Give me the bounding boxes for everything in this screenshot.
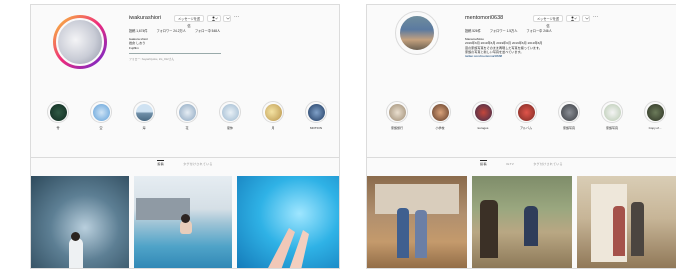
profile-stats: 投稿 1,674件 フォロワー 24.2万人 フォロー中 548人 <box>129 28 220 33</box>
person-check-icon <box>570 16 577 21</box>
highlight-label: 空 <box>99 126 103 130</box>
photo-feet-in-water[interactable] <box>237 176 339 268</box>
highlight-item[interactable]: 空 <box>88 101 114 130</box>
highlight-item[interactable]: 家族写真 <box>556 101 582 130</box>
profile-stats: 投稿 526件 フォロワー 1.5万人 フォロー中 246人 <box>465 28 552 33</box>
story-highlights: 家族旅行 小学校 kurogos アルバム 家族写真 家族写真 Copy of.… <box>367 101 676 141</box>
highlight-label: 海 <box>142 126 146 130</box>
highlight-label: アルバム <box>520 126 532 130</box>
figure-shape <box>397 208 409 258</box>
highlight-item[interactable]: kurogos <box>470 101 496 130</box>
profile-bio: ManamoMoto 2019年6月 2019年6月 2019年6月 2019年… <box>465 37 665 58</box>
profile-bio: iwakura shiori 岩倉 しおり Fujifilm <box>129 37 148 50</box>
message-button[interactable]: メッセージを送信 <box>174 15 204 28</box>
highlight-label: 夏休 <box>226 126 233 130</box>
posts-count[interactable]: 投稿 526件 <box>465 28 481 33</box>
figure-shape <box>415 210 427 258</box>
highlight-label: 花 <box>185 126 189 130</box>
highlight-item[interactable]: 月 <box>260 101 286 130</box>
highlight-item[interactable]: アルバム <box>513 101 539 130</box>
bio-line: 岩倉 しおり <box>129 41 146 46</box>
story-highlights: 雪 空 海 花 夏休 月 MOTION <box>31 101 339 141</box>
tab-posts[interactable]: 投稿 <box>480 160 487 166</box>
highlight-item[interactable]: 小学校 <box>427 101 453 130</box>
highlight-label: 小学校 <box>435 126 445 130</box>
highlight-item[interactable]: MOTION <box>303 101 329 130</box>
highlight-item[interactable]: 雪 <box>45 101 71 130</box>
highlight-label: 家族写真 <box>605 126 618 130</box>
posts-count[interactable]: 投稿 1,674件 <box>129 28 147 33</box>
photo-couple-at-house[interactable] <box>367 176 467 268</box>
tab-igtv[interactable]: IGTV <box>506 162 514 166</box>
posts-grid <box>367 176 676 268</box>
following-count[interactable]: フォロー中 246人 <box>526 28 551 33</box>
chevron-down-icon <box>226 17 230 20</box>
message-button[interactable]: メッセージを送信 <box>533 15 563 28</box>
profile-username: iwakurashiori <box>129 15 162 21</box>
chevron-down-icon <box>585 17 589 20</box>
profile-panel-left: iwakurashiori メッセージを送信 ··· 投稿 1,674件 フォロ… <box>30 4 340 269</box>
options-button[interactable]: ··· <box>234 14 239 20</box>
profile-panel-right: mentomori0638 メッセージを送信 ··· 投稿 526件 フォロワー… <box>366 4 676 269</box>
highlight-label: 家族写真 <box>562 126 575 130</box>
followers-count[interactable]: フォロワー 1.5万人 <box>490 28 518 33</box>
highlight-item[interactable]: Copy of... <box>642 101 668 130</box>
posts-grid <box>31 176 339 268</box>
figure-shape <box>524 206 538 246</box>
highlight-item[interactable]: 花 <box>174 101 200 130</box>
highlight-label: Copy of... <box>648 126 662 130</box>
photo-family-in-room[interactable] <box>577 176 676 268</box>
highlight-label: 月 <box>271 126 275 130</box>
highlight-label: 家族旅行 <box>390 126 403 130</box>
highlight-label: 雪 <box>56 126 60 130</box>
bio-divider <box>129 53 221 54</box>
tab-divider <box>367 157 676 158</box>
photo-family-outdoors[interactable] <box>472 176 572 268</box>
suggested-dropdown-button[interactable] <box>582 15 590 22</box>
profile-username: mentomori0638 <box>465 15 504 21</box>
suggested-dropdown-button[interactable] <box>223 15 231 22</box>
follow-status-button[interactable] <box>566 15 580 22</box>
feet-shape <box>268 228 309 268</box>
photo-girl-in-snow[interactable] <box>31 176 129 268</box>
tab-divider <box>31 157 339 158</box>
highlight-item[interactable]: 夏休 <box>217 101 243 130</box>
figure-shape <box>631 202 644 256</box>
tab-posts[interactable]: 投稿 <box>157 160 164 166</box>
highlight-label: kurogos <box>477 126 489 130</box>
tab-tagged[interactable]: タグ付けされている <box>533 162 563 166</box>
profile-tabs: 投稿 タグ付けされている <box>31 160 339 166</box>
bio-line: Fujifilm <box>129 45 139 50</box>
person-check-icon <box>211 16 218 21</box>
profile-avatar[interactable] <box>53 15 107 69</box>
following-count[interactable]: フォロー中 548人 <box>195 28 220 33</box>
tab-tagged[interactable]: タグ付けされている <box>183 162 213 166</box>
follow-status-button[interactable] <box>207 15 221 22</box>
profile-tabs: 投稿 IGTV タグ付けされている <box>367 160 676 166</box>
profile-avatar[interactable] <box>395 11 439 55</box>
figure-shape <box>613 206 625 256</box>
head-shape <box>71 232 80 241</box>
head-shape <box>181 214 190 223</box>
photo-girl-in-pool[interactable] <box>134 176 232 268</box>
figure-shape <box>480 200 498 258</box>
followers-count[interactable]: フォロワー 24.2万人 <box>156 28 185 33</box>
followed-by-text[interactable]: フォロー: hayashiyoku, iris_012さん <box>129 57 174 61</box>
highlight-item[interactable]: 海 <box>131 101 157 130</box>
figure-shape <box>69 238 83 268</box>
highlight-item[interactable]: 家族写真 <box>599 101 625 130</box>
highlight-label: MOTION <box>310 126 322 130</box>
bio-link[interactable]: twitter.com/mentomori0638 <box>465 54 665 58</box>
options-button[interactable]: ··· <box>593 14 598 20</box>
highlight-item[interactable]: 家族旅行 <box>384 101 410 130</box>
